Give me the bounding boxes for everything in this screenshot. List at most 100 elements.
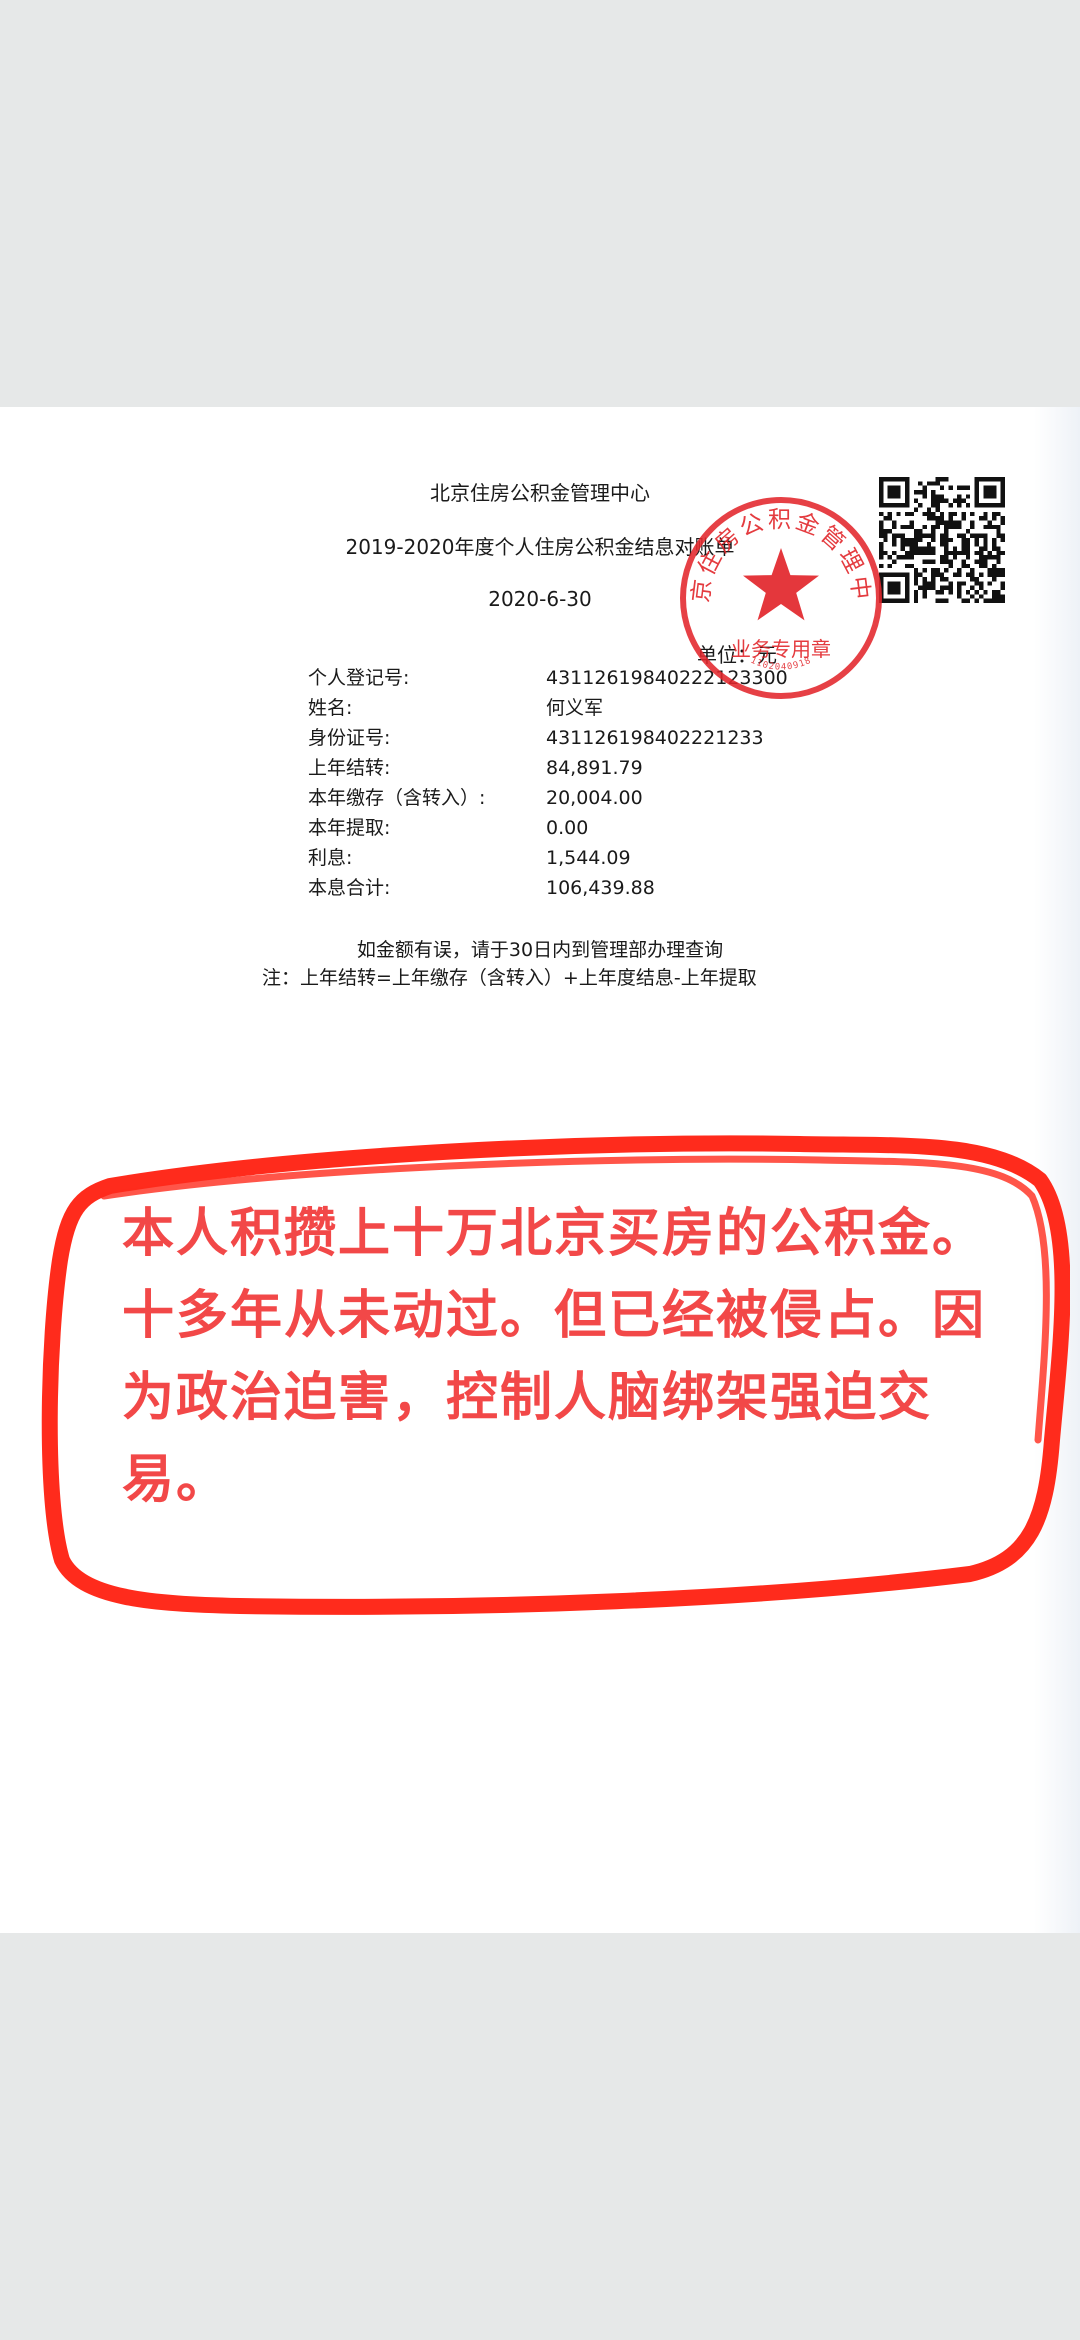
qr-module	[935, 589, 940, 595]
qr-module	[922, 581, 927, 586]
qr-module	[939, 598, 945, 603]
qr-module	[944, 533, 949, 538]
qr-module	[961, 598, 966, 603]
qr-module	[939, 516, 945, 521]
qr-module	[896, 511, 901, 517]
seal-subtext: 业务专用章	[731, 637, 831, 661]
qr-module	[970, 594, 975, 599]
qr-module	[887, 563, 893, 569]
qr-module	[983, 563, 988, 569]
qr-module	[991, 598, 997, 603]
qr-module	[974, 576, 979, 582]
qr-module	[948, 589, 953, 595]
qr-module	[887, 516, 893, 521]
qr-module	[978, 546, 984, 551]
qr-module	[965, 537, 971, 543]
qr-module	[1000, 598, 1005, 603]
qr-module	[935, 568, 940, 573]
qr-module	[957, 485, 962, 491]
qr-module	[948, 581, 953, 586]
qr-module	[887, 511, 893, 517]
qr-module	[926, 481, 932, 486]
qr-module	[913, 533, 919, 538]
qr-module	[909, 550, 914, 556]
qr-module	[918, 546, 923, 551]
qr-module	[961, 581, 966, 586]
qr-module	[983, 555, 988, 560]
qr-module	[961, 550, 966, 556]
field-label: 本息合计:	[308, 877, 391, 899]
qr-module	[970, 572, 975, 577]
qr-module	[1000, 533, 1005, 538]
qr-module	[948, 511, 953, 517]
qr-module	[948, 485, 953, 491]
qr-module	[931, 559, 936, 564]
qr-module	[974, 537, 979, 543]
qr-module	[892, 550, 897, 556]
qr-module	[961, 537, 966, 543]
qr-module	[1000, 568, 1005, 573]
qr-module	[926, 507, 932, 512]
field-label: 身份证号:	[308, 727, 391, 749]
qr-module	[931, 533, 936, 538]
qr-module	[931, 546, 936, 551]
qr-module	[900, 546, 906, 551]
qr-module	[991, 542, 997, 547]
qr-module	[931, 516, 936, 521]
qr-module	[965, 555, 971, 560]
qr-module	[913, 576, 919, 582]
qr-module	[996, 594, 1001, 599]
qr-module	[939, 498, 945, 504]
field-label: 个人登记号:	[308, 667, 410, 689]
qr-module	[974, 542, 979, 547]
qr-module	[918, 537, 923, 543]
qr-module	[983, 589, 988, 595]
qr-module	[944, 529, 949, 534]
annotation-text: 本人积攒上十万北京买房的公积金。十多年从未动过。但已经被侵占。因为政治迫害，控制…	[122, 1204, 987, 1510]
qr-module	[978, 581, 984, 586]
field-value: 何义军	[546, 697, 604, 719]
qr-module	[987, 520, 992, 525]
qr-module	[970, 524, 975, 530]
qr-module	[892, 559, 897, 564]
qr-module	[965, 503, 971, 508]
qr-module	[944, 498, 949, 504]
qr-module	[957, 585, 962, 590]
qr-module	[913, 589, 919, 595]
qr-module	[991, 524, 997, 530]
qr-module	[996, 555, 1001, 560]
qr-module	[978, 550, 984, 556]
qr-module	[926, 511, 932, 517]
qr-module	[1000, 572, 1005, 577]
qr-module	[991, 589, 997, 595]
qr-module	[935, 572, 940, 577]
qr-module	[987, 598, 992, 603]
qr-module	[905, 550, 910, 556]
qr-module	[948, 537, 953, 543]
qr-module	[948, 559, 953, 564]
qr-module	[944, 537, 949, 543]
qr-module	[918, 481, 923, 486]
qr-module	[983, 598, 988, 603]
qr-module	[939, 477, 945, 482]
qr-module	[931, 511, 936, 517]
qr-module	[952, 555, 958, 560]
qr-module	[983, 533, 988, 538]
qr-module	[922, 546, 927, 551]
qr-module	[983, 537, 988, 543]
qr-module	[983, 546, 988, 551]
qr-module	[939, 494, 945, 499]
qr-module	[892, 537, 897, 543]
seal-star-icon	[743, 548, 819, 621]
qr-module	[931, 572, 936, 577]
qr-module	[987, 524, 992, 530]
qr-module	[931, 490, 936, 495]
qr-module	[909, 511, 914, 517]
qr-module	[978, 533, 984, 538]
qr-module	[957, 524, 962, 530]
qr-module	[974, 598, 979, 603]
qr-module	[926, 533, 932, 538]
qr-module	[935, 598, 940, 603]
qr-module	[996, 511, 1001, 517]
qr-module	[896, 555, 901, 560]
